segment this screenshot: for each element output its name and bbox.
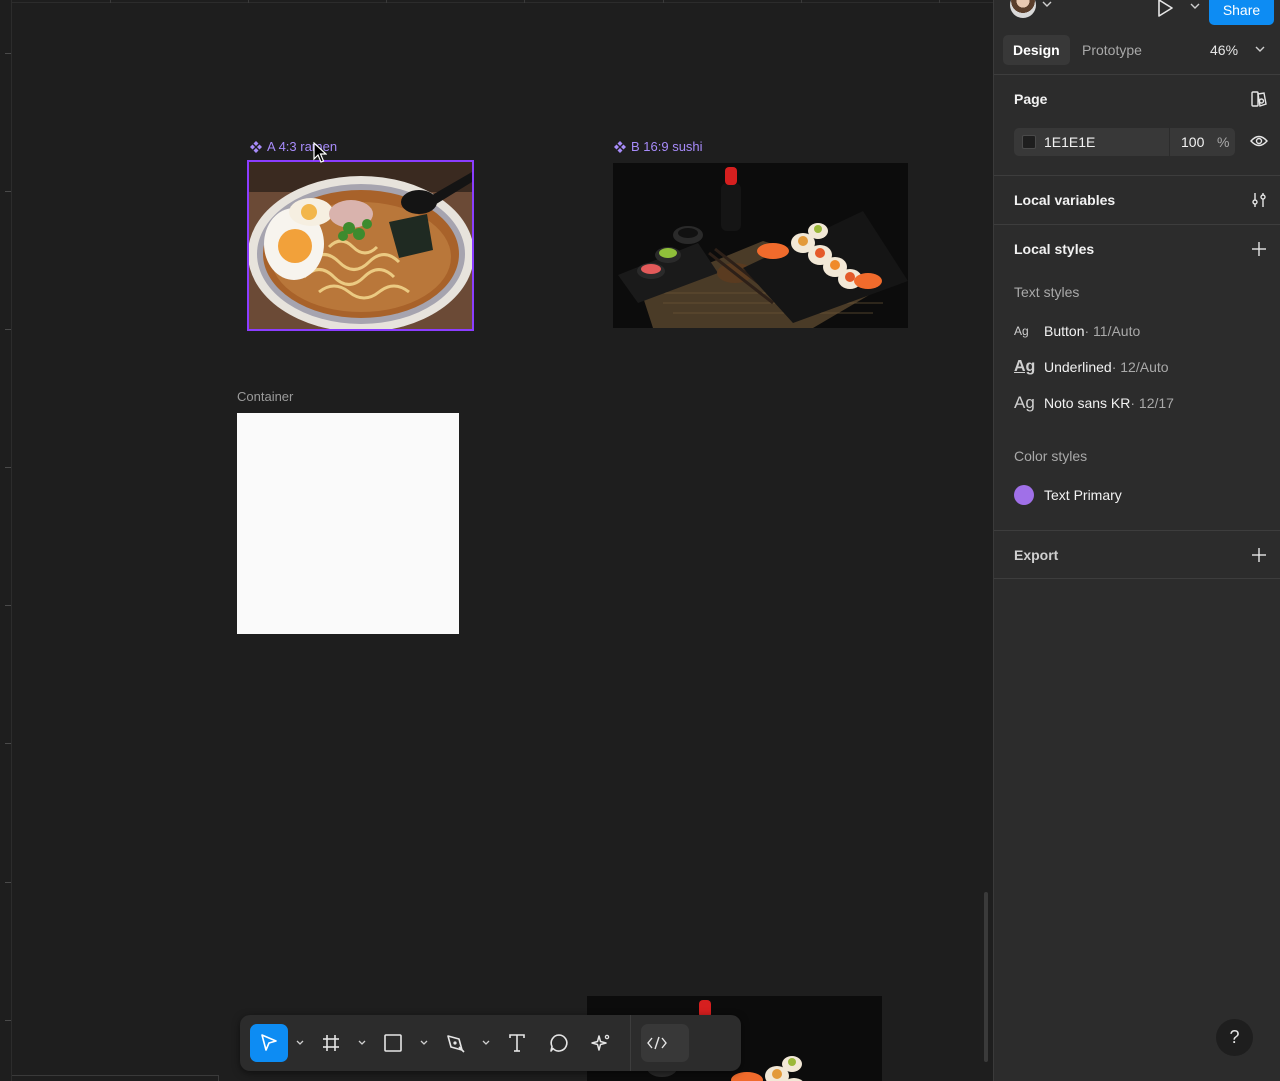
shape-tool-caret[interactable] — [416, 1024, 432, 1062]
text-style-item[interactable]: Ag Underlined · 12/Auto — [1014, 356, 1169, 378]
page-fill-opacity[interactable]: 100 — [1181, 134, 1204, 150]
frame-hash-icon — [323, 1035, 339, 1051]
variables-sliders-icon[interactable] — [1250, 191, 1268, 209]
color-styles-title: Color styles — [1014, 448, 1088, 464]
divider — [994, 530, 1280, 531]
container-label[interactable]: Container — [237, 389, 293, 404]
frame-sushi-image[interactable] — [613, 163, 908, 328]
panel-header: Share — [994, 0, 1280, 26]
comment-bubble-icon — [550, 1034, 568, 1052]
page-fill-hex[interactable]: 1E1E1E — [1044, 134, 1095, 150]
component-icon — [614, 140, 626, 153]
help-button[interactable]: ? — [1216, 1019, 1253, 1056]
frame-tool-caret[interactable] — [354, 1024, 370, 1062]
rectangle-icon — [384, 1034, 402, 1052]
export-title: Export — [1014, 547, 1059, 563]
play-icon[interactable] — [1156, 0, 1174, 18]
divider — [994, 74, 1280, 75]
divider — [994, 224, 1280, 225]
text-styles-title: Text styles — [1014, 284, 1080, 300]
ruler-left — [0, 0, 12, 1081]
text-style-preview: Ag — [1014, 358, 1036, 375]
text-style-item[interactable]: Ag Button · 11/Auto — [1014, 320, 1140, 342]
frame-label-text: B 16:9 sushi — [631, 139, 703, 154]
text-style-meta: · 11/Auto — [1084, 323, 1141, 339]
chevron-down-icon — [420, 1040, 428, 1045]
panel-tabs: Design Prototype 46% — [994, 35, 1280, 65]
text-style-preview: Ag — [1014, 393, 1035, 412]
share-button[interactable]: Share — [1209, 0, 1274, 25]
tab-prototype[interactable]: Prototype — [1072, 35, 1152, 65]
chevron-down-icon[interactable] — [1042, 0, 1052, 8]
chevron-down-icon[interactable] — [1255, 45, 1265, 53]
pen-tool-caret[interactable] — [478, 1024, 494, 1062]
plus-icon[interactable] — [1250, 240, 1268, 258]
page-color-swatch[interactable] — [1022, 135, 1036, 149]
zoom-level[interactable]: 46% — [1210, 42, 1238, 58]
divider — [994, 578, 1280, 579]
code-brackets-icon — [647, 1036, 667, 1050]
pen-icon — [447, 1035, 465, 1053]
page-fill-field[interactable]: 1E1E1E 100 % — [1014, 128, 1235, 156]
chevron-down-icon — [482, 1040, 490, 1045]
plus-icon[interactable] — [1250, 546, 1268, 564]
move-tool-caret[interactable] — [292, 1024, 308, 1062]
local-variables-title[interactable]: Local variables — [1014, 192, 1115, 208]
divider — [994, 175, 1280, 176]
dev-mode-toggle[interactable] — [641, 1024, 689, 1062]
avatar[interactable] — [1010, 0, 1036, 18]
toolbar-divider — [630, 1015, 631, 1071]
text-style-meta: · 12/Auto — [1111, 359, 1169, 375]
component-icon — [250, 140, 262, 153]
pen-tool-button[interactable] — [436, 1024, 474, 1062]
text-icon — [509, 1034, 525, 1052]
color-style-swatch — [1014, 485, 1034, 505]
frame-tool-button[interactable] — [312, 1024, 350, 1062]
comment-tool-button[interactable] — [540, 1024, 578, 1062]
move-tool-button[interactable] — [250, 1024, 288, 1062]
chevron-down-icon — [296, 1040, 304, 1045]
frame-label-sushi[interactable]: B 16:9 sushi — [614, 139, 703, 154]
text-tool-button[interactable] — [498, 1024, 536, 1062]
properties-panel: Share Design Prototype 46% Page 1E1E1E 1… — [993, 0, 1280, 1081]
canvas[interactable]: A 4:3 ramen B 16:9 sushi Container — [0, 0, 993, 1081]
sparkle-icon — [591, 1034, 610, 1051]
text-style-name: Underlined — [1044, 359, 1112, 375]
bottom-toolbar — [240, 1015, 741, 1071]
cursor-arrow-icon — [261, 1034, 277, 1051]
chevron-down-icon[interactable] — [1190, 2, 1200, 10]
text-style-preview: Ag — [1014, 324, 1029, 338]
text-style-name: Noto sans KR — [1044, 395, 1131, 411]
sushi-photo — [613, 163, 908, 328]
horizontal-scroll-track[interactable] — [12, 1075, 219, 1081]
mouse-cursor-icon — [313, 142, 327, 163]
text-style-item[interactable]: Ag Noto sans KR · 12/17 — [1014, 392, 1174, 414]
opacity-unit: % — [1217, 134, 1230, 150]
chevron-down-icon — [358, 1040, 366, 1045]
container-frame[interactable] — [237, 413, 459, 634]
shape-tool-button[interactable] — [374, 1024, 412, 1062]
text-style-name: Button — [1044, 323, 1085, 339]
local-styles-title: Local styles — [1014, 241, 1095, 257]
eye-icon[interactable] — [1250, 134, 1268, 148]
library-icon[interactable] — [1250, 90, 1268, 108]
color-style-item[interactable]: Text Primary — [1014, 484, 1122, 506]
ruler-top — [12, 0, 993, 3]
vertical-scrollbar[interactable] — [984, 892, 988, 1062]
tab-design[interactable]: Design — [1003, 35, 1070, 65]
ramen-photo — [249, 162, 472, 329]
frame-ramen-image[interactable] — [247, 160, 474, 331]
text-style-meta: · 12/17 — [1130, 395, 1174, 411]
actions-tool-button[interactable] — [582, 1024, 620, 1062]
page-section-title: Page — [1014, 91, 1048, 107]
color-style-name: Text Primary — [1044, 487, 1122, 503]
